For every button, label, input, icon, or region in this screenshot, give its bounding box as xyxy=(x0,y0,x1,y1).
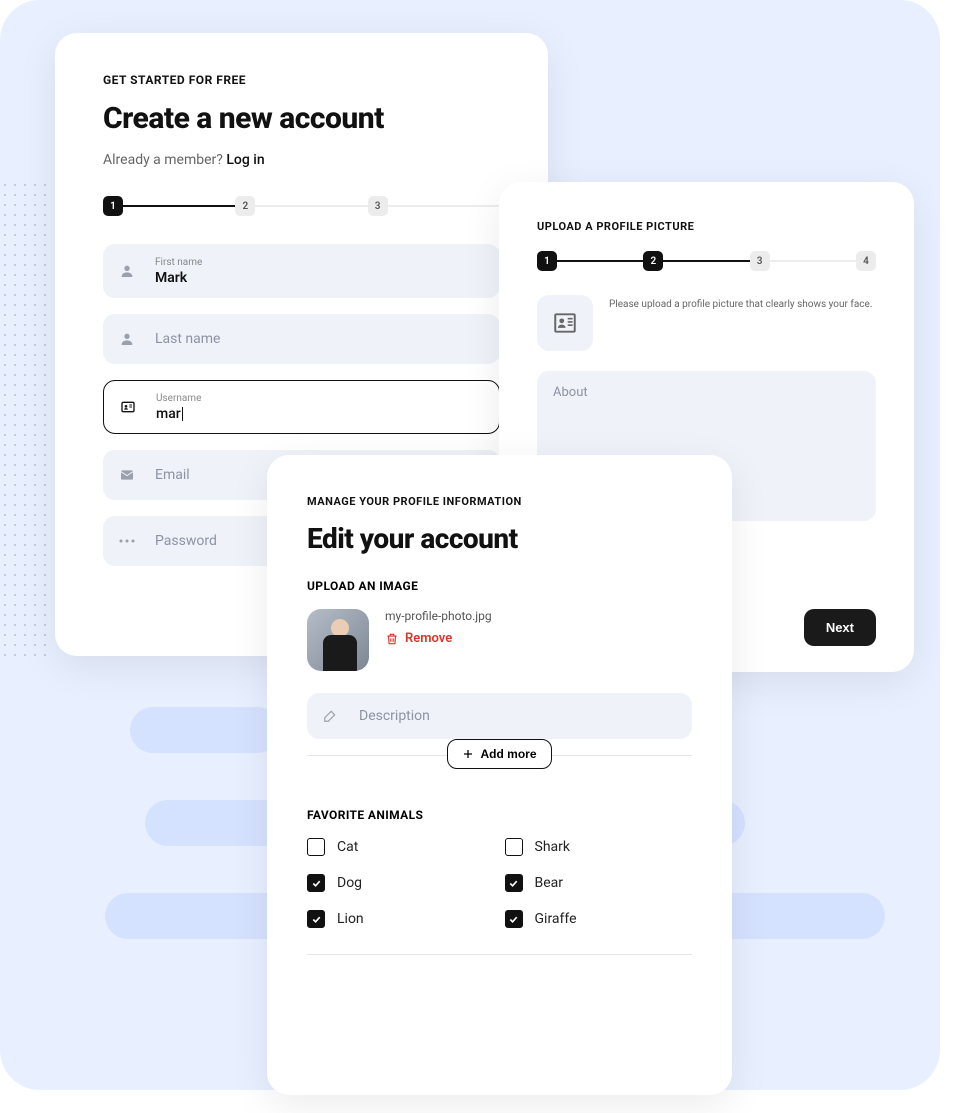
decorative-pill xyxy=(130,707,280,753)
step-connector xyxy=(255,205,367,207)
step-1[interactable]: 1 xyxy=(103,196,123,216)
overline: GET STARTED FOR FREE xyxy=(103,73,500,87)
checkbox[interactable] xyxy=(307,838,325,856)
checkbox-label: Shark xyxy=(535,839,570,855)
overline: UPLOAD A PROFILE PICTURE xyxy=(537,220,876,233)
page-title: Create a new account xyxy=(103,101,500,136)
last-name-field[interactable]: Last name xyxy=(103,314,500,364)
step-3[interactable]: 3 xyxy=(750,251,770,271)
animal-checkbox-grid: Cat Shark Dog Bear Lion Giraffe xyxy=(307,838,692,928)
stepper: 1 2 3 xyxy=(103,196,500,216)
checkbox[interactable] xyxy=(505,874,523,892)
pencil-icon xyxy=(323,709,345,723)
checkbox-label: Lion xyxy=(337,911,364,927)
checkbox[interactable] xyxy=(505,910,523,928)
checkbox[interactable] xyxy=(307,874,325,892)
checkbox-label: Dog xyxy=(337,875,362,891)
member-text: Already a member? xyxy=(103,152,226,168)
plus-icon xyxy=(462,748,474,760)
favorites-section-title: FAVORITE ANIMALS xyxy=(307,808,692,822)
last-name-placeholder: Last name xyxy=(155,331,220,347)
first-name-value: Mark xyxy=(155,270,202,286)
step-connector xyxy=(388,205,500,207)
step-1[interactable]: 1 xyxy=(537,251,557,271)
step-2[interactable]: 2 xyxy=(235,196,255,216)
trash-icon xyxy=(385,632,399,646)
step-connector xyxy=(123,205,235,207)
animal-checkbox[interactable]: Shark xyxy=(505,838,693,856)
checkbox-label: Giraffe xyxy=(535,911,577,927)
user-icon xyxy=(119,263,141,279)
upload-section-title: UPLOAD AN IMAGE xyxy=(307,579,692,593)
mail-icon xyxy=(119,467,141,483)
checkbox-label: Bear xyxy=(535,875,564,891)
animal-checkbox[interactable]: Lion xyxy=(307,910,495,928)
step-4[interactable]: 4 xyxy=(856,251,876,271)
add-more-label: Add more xyxy=(480,747,536,761)
upload-dropzone[interactable] xyxy=(537,295,593,351)
id-card-icon xyxy=(120,399,142,415)
animal-checkbox[interactable]: Giraffe xyxy=(505,910,693,928)
remove-button[interactable]: Remove xyxy=(385,631,492,646)
stepper: 1 2 3 4 xyxy=(537,251,876,271)
text-cursor xyxy=(182,407,183,421)
step-2[interactable]: 2 xyxy=(643,251,663,271)
step-connector xyxy=(770,260,856,262)
user-icon xyxy=(119,331,141,347)
divider: Add more xyxy=(307,755,692,786)
description-placeholder: Description xyxy=(359,708,430,724)
username-value: mar xyxy=(156,406,201,422)
avatar xyxy=(307,609,369,671)
step-3[interactable]: 3 xyxy=(368,196,388,216)
email-placeholder: Email xyxy=(155,467,190,483)
edit-account-card: MANAGE YOUR PROFILE INFORMATION Edit you… xyxy=(267,455,732,1095)
page-title: Edit your account xyxy=(307,522,692,555)
description-field[interactable]: Description xyxy=(307,693,692,739)
first-name-label: First name xyxy=(155,257,202,268)
add-more-button[interactable]: Add more xyxy=(447,739,551,769)
remove-label: Remove xyxy=(405,631,452,646)
login-hint: Already a member? Log in xyxy=(103,152,500,168)
checkbox[interactable] xyxy=(307,910,325,928)
animal-checkbox[interactable]: Bear xyxy=(505,874,693,892)
first-name-field[interactable]: First name Mark xyxy=(103,244,500,298)
animal-checkbox[interactable]: Dog xyxy=(307,874,495,892)
animal-checkbox[interactable]: Cat xyxy=(307,838,495,856)
password-icon xyxy=(119,538,141,544)
step-connector xyxy=(557,260,643,262)
upload-hint: Please upload a profile picture that cle… xyxy=(609,295,876,351)
step-connector xyxy=(663,260,749,262)
username-label: Username xyxy=(156,393,201,404)
next-button[interactable]: Next xyxy=(804,609,876,646)
overline: MANAGE YOUR PROFILE INFORMATION xyxy=(307,495,692,508)
decorative-dots xyxy=(0,180,50,660)
id-photo-icon xyxy=(552,310,578,336)
checkbox-label: Cat xyxy=(337,839,358,855)
password-placeholder: Password xyxy=(155,533,217,549)
login-link[interactable]: Log in xyxy=(226,152,264,168)
filename: my-profile-photo.jpg xyxy=(385,609,492,623)
checkbox[interactable] xyxy=(505,838,523,856)
divider xyxy=(307,954,692,955)
username-field[interactable]: Username mar xyxy=(103,380,500,434)
